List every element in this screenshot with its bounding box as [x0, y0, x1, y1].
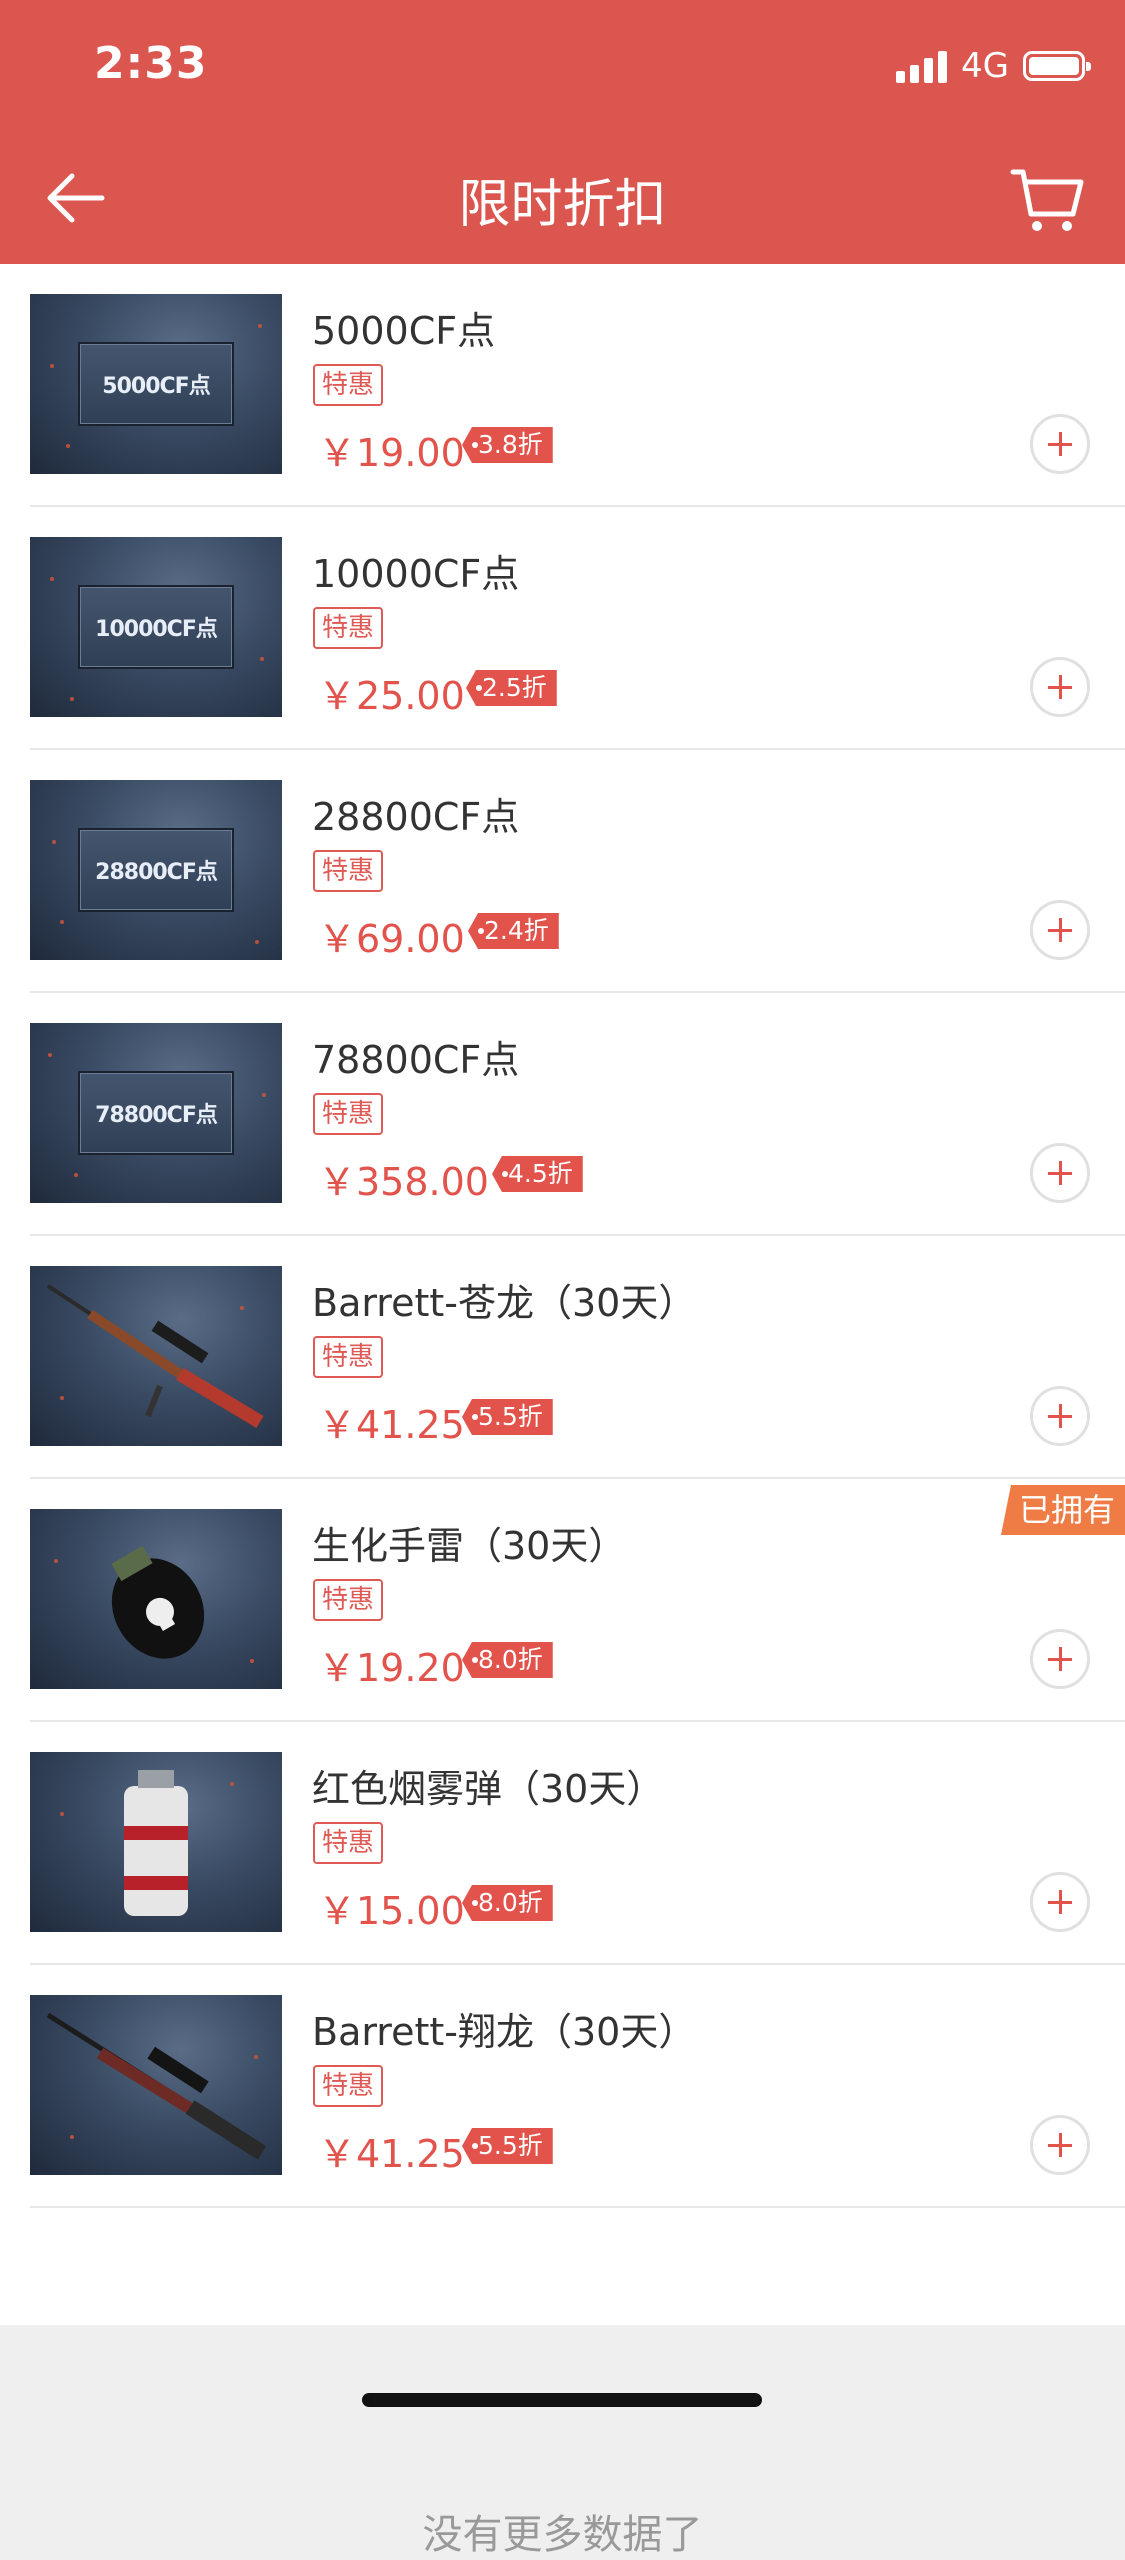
- list-item[interactable]: 10000CF点 10000CF点 特惠 ￥25.00 2.5折: [0, 507, 1125, 750]
- home-indicator[interactable]: [362, 2393, 762, 2407]
- item-price: ￥19.00: [318, 431, 465, 475]
- add-to-cart-button[interactable]: [1030, 414, 1090, 474]
- add-to-cart-button[interactable]: [1030, 900, 1090, 960]
- product-image: [30, 1752, 282, 1932]
- no-more-data-text: 没有更多数据了: [422, 2512, 703, 2558]
- item-price: ￥25.00: [318, 674, 465, 718]
- add-to-cart-button[interactable]: [1030, 1629, 1090, 1689]
- item-name: 5000CF点: [312, 309, 496, 353]
- special-tag: 特惠: [313, 1336, 384, 1378]
- thumb-label: 28800CF点: [78, 828, 234, 912]
- signal-icon: [896, 49, 948, 83]
- item-name: 78800CF点: [312, 1038, 520, 1082]
- item-name: 28800CF点: [312, 795, 520, 839]
- sniper-rifle-image: [46, 2012, 267, 2160]
- item-name: Barrett-翔龙（30天）: [312, 2010, 697, 2054]
- add-to-cart-button[interactable]: [1030, 657, 1090, 717]
- thumb-label: 10000CF点: [78, 585, 234, 669]
- special-tag: 特惠: [313, 1093, 384, 1135]
- item-price: ￥15.00: [318, 1889, 465, 1933]
- cart-icon: [1010, 169, 1084, 231]
- list-item[interactable]: 28800CF点 28800CF点 特惠 ￥69.00 2.4折: [0, 750, 1125, 993]
- product-image: [30, 1509, 282, 1689]
- status-time: 2:33: [94, 38, 208, 89]
- special-tag: 特惠: [313, 364, 384, 406]
- owned-badge: 已拥有: [1000, 1485, 1125, 1535]
- special-tag: 特惠: [313, 607, 384, 649]
- app-header: 2:33 4G 限时折扣: [0, 0, 1125, 264]
- special-tag: 特惠: [313, 2065, 384, 2107]
- thumb-label: 5000CF点: [78, 342, 234, 426]
- list-item[interactable]: 5000CF点 5000CF点 特惠 ￥19.00 3.8折: [0, 264, 1125, 507]
- product-image: 28800CF点: [30, 780, 282, 960]
- grenade-image: [111, 1545, 205, 1659]
- product-list: 5000CF点 5000CF点 特惠 ￥19.00 3.8折 10000CF点 …: [0, 264, 1125, 2558]
- product-image: 78800CF点: [30, 1023, 282, 1203]
- item-price: ￥41.25: [318, 2132, 465, 2176]
- add-to-cart-button[interactable]: [1030, 1872, 1090, 1932]
- thumb-label: 78800CF点: [78, 1071, 234, 1155]
- discount-badge: 3.8折: [462, 427, 553, 463]
- product-image: 5000CF点: [30, 294, 282, 474]
- product-image: 10000CF点: [30, 537, 282, 717]
- product-image: [30, 1266, 282, 1446]
- item-name: Barrett-苍龙（30天）: [312, 1281, 697, 1325]
- list-item[interactable]: 78800CF点 78800CF点 特惠 ￥358.00 4.5折: [0, 993, 1125, 1236]
- discount-badge: 8.0折: [462, 1885, 553, 1921]
- sniper-rifle-image: [46, 1284, 264, 1429]
- add-to-cart-button[interactable]: [1030, 1143, 1090, 1203]
- special-tag: 特惠: [313, 850, 384, 892]
- battery-icon: [1023, 51, 1091, 81]
- product-image: [30, 1995, 282, 2175]
- smoke-grenade-image: [124, 1770, 188, 1916]
- item-name: 10000CF点: [312, 552, 520, 596]
- list-item[interactable]: 红色烟雾弹（30天） 特惠 ￥15.00 8.0折: [0, 1722, 1125, 1965]
- item-price: ￥69.00: [318, 917, 465, 961]
- item-price: ￥19.20: [318, 1646, 465, 1690]
- cart-button[interactable]: [1007, 158, 1087, 238]
- special-tag: 特惠: [313, 1822, 384, 1864]
- add-to-cart-button[interactable]: [1030, 2115, 1090, 2175]
- item-name: 红色烟雾弹（30天）: [312, 1767, 665, 1811]
- list-item[interactable]: Barrett-苍龙（30天） 特惠 ￥41.25 5.5折: [0, 1236, 1125, 1479]
- list-item[interactable]: 生化手雷（30天） 已拥有 特惠 ￥19.20 8.0折: [0, 1479, 1125, 1722]
- discount-badge: 5.5折: [462, 1399, 553, 1435]
- discount-badge: 8.0折: [462, 1642, 553, 1678]
- add-to-cart-button[interactable]: [1030, 1386, 1090, 1446]
- status-indicators: 4G: [896, 46, 1091, 86]
- discount-badge: 2.4折: [468, 913, 559, 949]
- item-name: 生化手雷（30天）: [312, 1524, 627, 1568]
- discount-badge: 5.5折: [462, 2128, 553, 2164]
- discount-badge: 2.5折: [466, 670, 557, 706]
- discount-badge: 4.5折: [492, 1156, 583, 1192]
- special-tag: 特惠: [313, 1579, 384, 1621]
- item-price: ￥358.00: [318, 1160, 489, 1204]
- divider: [30, 2206, 1125, 2208]
- page-title: 限时折扣: [458, 175, 667, 235]
- item-price: ￥41.25: [318, 1403, 465, 1447]
- list-item[interactable]: Barrett-翔龙（30天） 特惠 ￥41.25 5.5折: [0, 1965, 1125, 2208]
- network-type: 4G: [961, 46, 1009, 86]
